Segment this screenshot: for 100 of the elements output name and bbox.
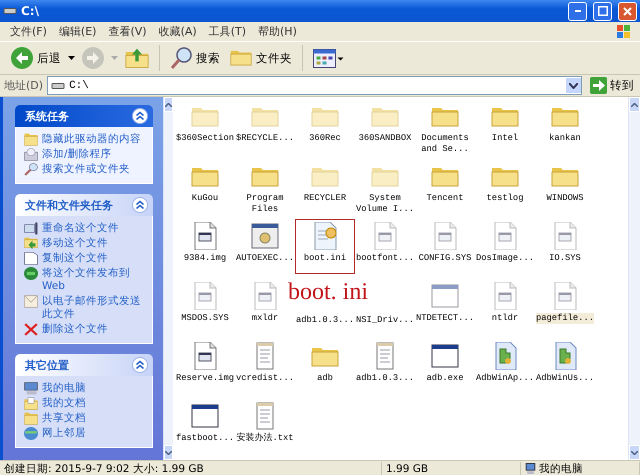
rename-icon (24, 222, 38, 235)
caret-icon (111, 56, 118, 60)
file-name[interactable]: RECYCLER (304, 193, 346, 204)
file-name[interactable]: kankan (549, 133, 581, 144)
task-link[interactable]: 共享文档 (42, 412, 86, 425)
task-link[interactable]: 我的电脑 (42, 382, 86, 395)
folder-icon (24, 133, 38, 146)
computer-icon (525, 463, 536, 474)
minimize-button[interactable] (568, 2, 587, 20)
drive-icon (3, 8, 17, 14)
documents-folder-icon (24, 397, 38, 410)
copy-page-icon (24, 252, 38, 265)
file-name[interactable]: IO.SYS (549, 253, 581, 264)
file-name[interactable]: ntldr (492, 313, 518, 324)
file-name[interactable]: Tencent (426, 193, 464, 204)
file-name[interactable]: 360SANDBOX (358, 133, 412, 144)
task-link[interactable]: 搜索文件或文件夹 (42, 163, 130, 176)
status-text: 我的电脑 (539, 462, 583, 475)
task-link[interactable]: 添加/删除程序 (42, 148, 112, 161)
folder-up-icon (125, 46, 149, 70)
menu-item[interactable]: 工具(T) (202, 24, 252, 39)
file-name[interactable]: Reserve.img (176, 373, 234, 384)
task-link[interactable]: 隐藏此驱动器的内容 (42, 133, 141, 146)
menu-item[interactable]: 帮助(H) (252, 24, 303, 39)
file-name[interactable]: adb1.0.3... (356, 373, 414, 384)
task-link[interactable]: 删除这个文件 (42, 323, 108, 336)
file-name[interactable]: AdbWinAp... (476, 373, 534, 384)
task-link[interactable]: 网上邻居 (42, 427, 86, 440)
scroll-up-button[interactable] (629, 97, 640, 112)
file-name[interactable]: NSI_Driv... (356, 315, 414, 326)
file-name[interactable]: pagefile... (536, 313, 594, 324)
file-name[interactable]: 安装办法.txt (236, 433, 294, 444)
file-name[interactable]: System Volume I... (355, 193, 415, 215)
file-name[interactable]: Documents and Se... (415, 133, 475, 155)
menu-item[interactable]: 文件(F) (4, 24, 53, 39)
search-button[interactable]: 搜索 (167, 45, 223, 71)
delete-icon (24, 323, 38, 336)
views-grid-icon (313, 48, 344, 68)
envelope-icon (24, 295, 38, 308)
maximize-button[interactable] (593, 2, 612, 20)
panel-title: 文件和文件夹任务 (25, 198, 114, 212)
file-name[interactable]: DosImage... (476, 253, 534, 264)
file-name[interactable]: adb1.0.3... (296, 315, 354, 326)
file-name[interactable]: Program Files (235, 193, 295, 215)
flag-logo-icon (617, 25, 630, 38)
file-name[interactable]: 9384.img (184, 253, 226, 264)
address-label: 地址(D) (4, 78, 44, 93)
file-name[interactable]: WINDOWS (546, 193, 584, 204)
folder-icon (230, 50, 252, 66)
scroll-up-button[interactable] (164, 97, 173, 112)
task-link[interactable]: 我的文档 (42, 397, 86, 410)
menu-item[interactable]: 编辑(E) (52, 24, 102, 39)
down-chevron-icon (165, 450, 172, 454)
file-name[interactable]: boot.ini (304, 253, 346, 264)
window-title: C:\ (21, 4, 40, 18)
file-name[interactable]: CONFIG.SYS (418, 253, 472, 264)
file-name[interactable]: bootfont... (356, 253, 414, 264)
file-name[interactable]: 360Rec (309, 133, 341, 144)
collapse-chevron-icon[interactable] (132, 108, 148, 124)
task-link[interactable]: 将这个文件发布到 Web (42, 267, 148, 293)
menu-item[interactable]: 收藏(A) (152, 24, 203, 39)
file-name[interactable]: vcredist... (236, 373, 294, 384)
task-link[interactable]: 重命名这个文件 (42, 222, 119, 235)
file-name[interactable]: testlog (486, 193, 524, 204)
task-link[interactable]: 移动这个文件 (42, 237, 108, 250)
down-chevron-icon (631, 450, 638, 454)
go-button[interactable]: 转到 (586, 77, 638, 94)
task-link[interactable]: 复制这个文件 (42, 252, 108, 265)
move-folder-icon (24, 237, 38, 250)
file-name[interactable]: Intel (492, 133, 518, 144)
file-name[interactable]: adb.exe (426, 373, 464, 384)
task-link[interactable]: 以电子邮件形式发送此文件 (42, 295, 148, 321)
file-name[interactable]: KuGou (192, 193, 218, 204)
file-name[interactable]: AUTOEXEC... (236, 253, 294, 264)
up-chevron-icon (631, 102, 638, 106)
file-name[interactable]: fastboot... (176, 433, 234, 444)
folder-icon (24, 412, 38, 425)
caret-icon (68, 56, 75, 60)
address-field[interactable]: C:\ (47, 76, 582, 95)
file-name[interactable]: $360Section (176, 133, 234, 144)
computer-icon (24, 382, 38, 395)
scroll-down-button[interactable] (164, 445, 173, 460)
menu-item[interactable]: 查看(V) (102, 24, 153, 39)
file-name[interactable]: MSDOS.SYS (181, 313, 229, 324)
cd-box-icon (24, 148, 38, 161)
file-name[interactable]: mxldr (252, 313, 278, 324)
status-text: 创建日期: 2015-9-7 9:02 大小: 1.99 GB (4, 462, 204, 475)
file-name[interactable]: NTDETECT... (416, 313, 474, 324)
file-name[interactable]: $RECYCLE... (236, 133, 294, 144)
close-button[interactable] (618, 2, 637, 20)
file-name[interactable]: AdbWinUs... (536, 373, 594, 384)
folders-button[interactable]: 文件夹 (227, 48, 295, 68)
back-button[interactable]: 后退 (8, 45, 64, 71)
network-globe-icon (24, 427, 38, 440)
minimize-icon (574, 10, 580, 12)
collapse-chevron-icon[interactable] (132, 197, 148, 213)
scroll-down-button[interactable] (629, 445, 640, 460)
collapse-chevron-icon[interactable] (132, 357, 148, 373)
file-name[interactable]: adb (317, 373, 333, 384)
close-icon (623, 6, 632, 16)
